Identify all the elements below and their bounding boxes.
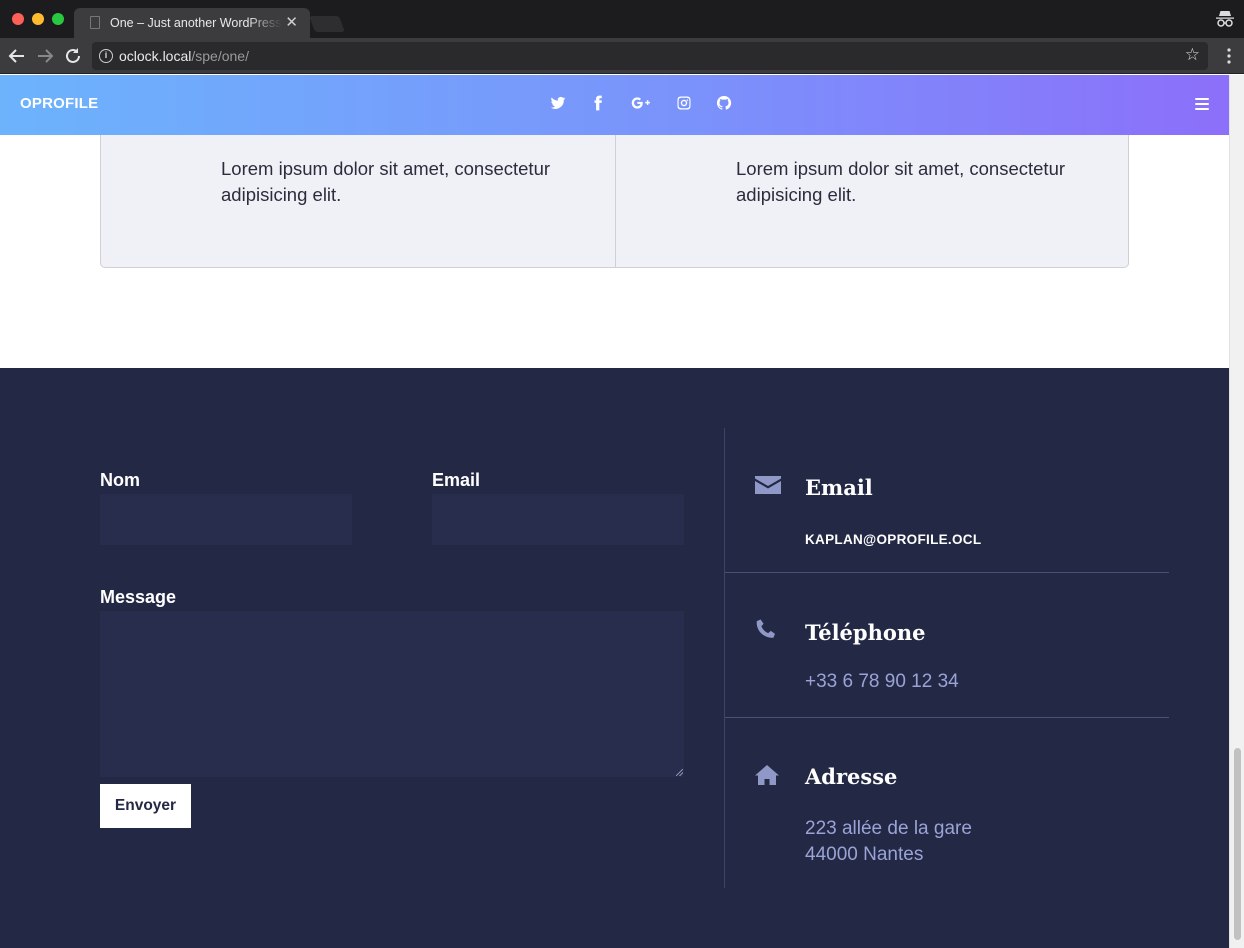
email-label: Email bbox=[432, 470, 481, 490]
envelope-icon bbox=[754, 473, 782, 497]
contact-phone-value[interactable]: +33 6 78 90 12 34 bbox=[805, 671, 959, 693]
contact-address-title: Adresse bbox=[805, 764, 898, 789]
minimize-window-button[interactable] bbox=[32, 13, 44, 25]
name-field[interactable] bbox=[100, 494, 352, 545]
close-tab-icon[interactable]: ✕ bbox=[285, 13, 298, 31]
page-viewport: Lorem ipsum dolor sit amet, consectetur … bbox=[0, 75, 1229, 948]
feature-cards: Lorem ipsum dolor sit amet, consectetur … bbox=[100, 115, 1129, 268]
address-line: 44000 Nantes bbox=[805, 844, 924, 865]
tab-title: One – Just another WordPress site bbox=[110, 16, 282, 30]
incognito-icon bbox=[1214, 8, 1236, 30]
address-line: 223 allée de la gare bbox=[805, 818, 972, 839]
browser-toolbar: i oclock.local/spe/one/ ☆ bbox=[0, 38, 1244, 74]
page-icon bbox=[90, 16, 100, 29]
card-text: Lorem ipsum dolor sit amet, consectetur … bbox=[221, 158, 551, 205]
browser-titlebar: One – Just another WordPress site ✕ bbox=[0, 0, 1244, 38]
name-label: Nom bbox=[100, 470, 140, 490]
twitter-icon[interactable] bbox=[550, 95, 566, 111]
bookmark-star-icon[interactable]: ☆ bbox=[1185, 45, 1200, 65]
site-info-icon[interactable]: i bbox=[99, 49, 113, 63]
phone-icon bbox=[754, 618, 782, 642]
browser-tab[interactable]: One – Just another WordPress site ✕ bbox=[74, 8, 310, 38]
footer-vertical-divider bbox=[724, 428, 725, 888]
message-textarea[interactable] bbox=[100, 611, 684, 777]
scrollbar-thumb[interactable] bbox=[1234, 748, 1241, 940]
page-scrollbar[interactable] bbox=[1229, 75, 1244, 948]
instagram-icon[interactable] bbox=[676, 95, 692, 111]
home-icon bbox=[754, 763, 782, 787]
forward-button[interactable] bbox=[33, 44, 57, 68]
email-field[interactable] bbox=[432, 494, 684, 545]
facebook-icon[interactable] bbox=[590, 95, 606, 111]
reload-button[interactable] bbox=[61, 44, 85, 68]
url-path: /spe/one/ bbox=[191, 48, 249, 64]
back-button[interactable] bbox=[5, 44, 29, 68]
contact-divider bbox=[725, 717, 1169, 718]
send-button[interactable]: Envoyer bbox=[100, 784, 191, 828]
contact-divider bbox=[725, 572, 1169, 573]
browser-menu-icon[interactable] bbox=[1226, 46, 1232, 66]
site-logo[interactable]: OPROFILE bbox=[20, 95, 98, 112]
new-tab-button[interactable] bbox=[309, 16, 345, 32]
card-divider bbox=[615, 116, 616, 268]
textarea-resize-handle[interactable] bbox=[676, 769, 683, 776]
card-text: Lorem ipsum dolor sit amet, consectetur … bbox=[736, 158, 1066, 205]
message-label: Message bbox=[100, 587, 177, 607]
contact-email-value[interactable]: KAPLAN@OPROFILE.OCL bbox=[805, 532, 981, 547]
menu-toggle-icon[interactable] bbox=[1195, 98, 1209, 110]
contact-email-title: Email bbox=[805, 475, 873, 500]
social-links bbox=[550, 95, 756, 111]
contact-footer: Nom Email Message Envoyer Email KAPLAN@O… bbox=[0, 368, 1229, 948]
github-icon[interactable] bbox=[716, 95, 732, 111]
contact-address-value: 223 allée de la gare 44000 Nantes bbox=[805, 816, 972, 868]
maximize-window-button[interactable] bbox=[52, 13, 64, 25]
google-plus-icon[interactable] bbox=[630, 95, 652, 111]
address-bar[interactable]: i oclock.local/spe/one/ ☆ bbox=[92, 42, 1208, 70]
close-window-button[interactable] bbox=[12, 13, 24, 25]
url-host: oclock.local bbox=[119, 48, 192, 64]
site-header: OPROFILE bbox=[0, 75, 1229, 135]
url-text[interactable]: oclock.local/spe/one/ bbox=[119, 48, 249, 64]
contact-phone-title: Téléphone bbox=[805, 620, 926, 645]
